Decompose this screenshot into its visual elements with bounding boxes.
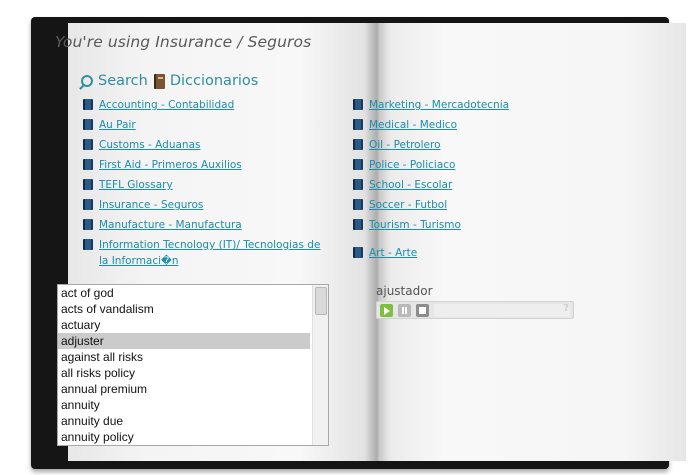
- book-icon: [83, 119, 93, 130]
- term-option[interactable]: acts of vandalism: [58, 301, 310, 317]
- list-item: TEFL Glossary: [83, 177, 173, 193]
- page-title: You're using Insurance / Seguros: [55, 33, 312, 51]
- dictionary-link[interactable]: Marketing - Mercadotecnia: [369, 97, 509, 113]
- list-item: Accounting - Contabilidad: [83, 97, 234, 113]
- dictionary-link[interactable]: Soccer - Futbol: [369, 197, 447, 213]
- book-icon: [353, 219, 363, 230]
- list-item: Art - Arte: [353, 245, 417, 261]
- dictionaries-link[interactable]: Diccionarios: [170, 73, 259, 89]
- scrollbar-thumb[interactable]: [315, 287, 327, 315]
- audio-progress-track[interactable]: [434, 304, 570, 317]
- term-option[interactable]: against all risks: [58, 349, 310, 365]
- list-item: Soccer - Futbol: [353, 197, 447, 213]
- search-nav: Search Diccionarios: [81, 71, 258, 91]
- dictionary-link[interactable]: First Aid - Primeros Auxilios: [99, 157, 242, 173]
- book-icon: [83, 239, 93, 250]
- dictionary-link[interactable]: Art - Arte: [369, 245, 417, 261]
- list-item: Manufacture - Manufactura: [83, 217, 242, 233]
- list-item: Customs - Aduanas: [83, 137, 200, 153]
- dictionary-link[interactable]: Information Tecnology (IT)/ Tecnologias …: [99, 237, 327, 269]
- book-icon: [353, 199, 363, 210]
- term-option[interactable]: act of god: [58, 285, 310, 301]
- book-icon: [353, 179, 363, 190]
- dictionary-link[interactable]: Oil - Petrolero: [369, 137, 441, 153]
- left-dictionary-list: Accounting - Contabilidad Au Pair Custom…: [83, 97, 333, 277]
- help-icon[interactable]: ?: [563, 303, 569, 314]
- book-icon: [353, 119, 363, 130]
- search-icon[interactable]: [81, 75, 93, 87]
- list-item: Au Pair: [83, 117, 136, 133]
- dictionary-link[interactable]: School - Escolar: [369, 177, 452, 193]
- book-icon: [83, 179, 93, 190]
- dictionary-link[interactable]: Accounting - Contabilidad: [99, 97, 234, 113]
- term-option[interactable]: annuity policy: [58, 429, 310, 445]
- search-link[interactable]: Search: [98, 73, 148, 89]
- list-item: School - Escolar: [353, 177, 452, 193]
- term-listbox[interactable]: act of god acts of vandalism actuary adj…: [57, 284, 329, 446]
- dictionary-link[interactable]: Police - Policiaco: [369, 157, 455, 173]
- dictionary-link[interactable]: TEFL Glossary: [99, 177, 173, 193]
- list-item: Oil - Petrolero: [353, 137, 441, 153]
- term-option[interactable]: annuity due: [58, 413, 310, 429]
- term-option[interactable]: annual premium: [58, 381, 310, 397]
- dictionary-link[interactable]: Medical - Medico: [369, 117, 457, 133]
- term-option[interactable]: actuary: [58, 317, 310, 333]
- book-icon: [353, 99, 363, 110]
- list-item: Marketing - Mercadotecnia: [353, 97, 509, 113]
- term-option[interactable]: annuity: [58, 397, 310, 413]
- list-item: First Aid - Primeros Auxilios: [83, 157, 242, 173]
- dictionary-book-icon: [153, 73, 165, 89]
- list-item: Medical - Medico: [353, 117, 457, 133]
- pause-icon[interactable]: [398, 304, 411, 317]
- book-icon: [83, 159, 93, 170]
- book-icon: [83, 99, 93, 110]
- book-icon: [353, 139, 363, 150]
- dictionary-link[interactable]: Manufacture - Manufactura: [99, 217, 242, 233]
- dictionary-link[interactable]: Au Pair: [99, 117, 136, 133]
- book-icon: [353, 247, 363, 258]
- list-item: Insurance - Seguros: [83, 197, 203, 213]
- term-option-selected[interactable]: adjuster: [58, 333, 310, 349]
- translation-word: ajustador: [376, 284, 433, 298]
- dictionary-link[interactable]: Customs - Aduanas: [99, 137, 200, 153]
- book-icon: [83, 139, 93, 150]
- dictionary-link[interactable]: Tourism - Turismo: [369, 217, 461, 233]
- book-icon: [83, 199, 93, 210]
- term-option[interactable]: all risks policy: [58, 365, 310, 381]
- list-item: Tourism - Turismo: [353, 217, 461, 233]
- book-icon: [83, 219, 93, 230]
- audio-player: ?: [376, 301, 574, 319]
- book-icon: [353, 159, 363, 170]
- list-item: Police - Policiaco: [353, 157, 455, 173]
- stop-icon[interactable]: [416, 304, 429, 317]
- list-item: Information Tecnology (IT)/ Tecnologias …: [83, 237, 327, 269]
- right-dictionary-list: Marketing - Mercadotecnia Medical - Medi…: [353, 97, 583, 277]
- listbox-scrollbar[interactable]: [312, 285, 328, 445]
- play-icon[interactable]: [380, 304, 393, 317]
- dictionary-link[interactable]: Insurance - Seguros: [99, 197, 203, 213]
